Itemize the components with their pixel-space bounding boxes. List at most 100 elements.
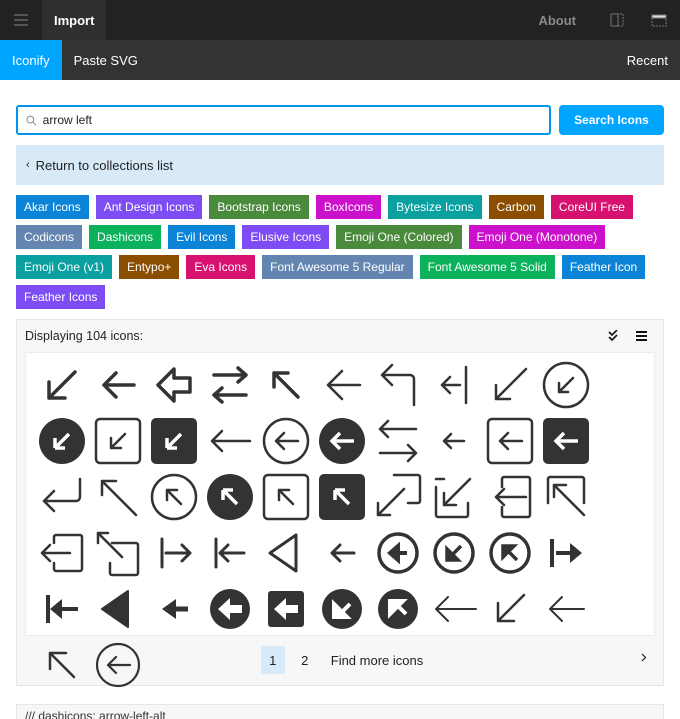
- next-page-button[interactable]: [641, 650, 647, 665]
- icon-arrow-bar-right[interactable]: [146, 525, 202, 581]
- icon-arrow-left-bold[interactable]: [146, 581, 202, 637]
- search-input[interactable]: [42, 113, 549, 127]
- collections-filter-list: Akar Icons Ant Design Icons Bootstrap Icon…: [16, 195, 664, 309]
- search-icons-button[interactable]: Search Icons: [559, 105, 664, 135]
- icon-caret-left[interactable]: [258, 525, 314, 581]
- bottom-strip: /// dashicons: arrow-left-alt: [16, 704, 664, 719]
- icon-box-arrow-in-left[interactable]: [482, 469, 538, 525]
- caret-left-fill-icon: [101, 590, 129, 628]
- icon-arrow-left-light[interactable]: [426, 581, 482, 637]
- icon-arrow-left-bar[interactable]: [426, 357, 482, 413]
- icon-arrow-down-left-circle-fill[interactable]: [34, 413, 90, 469]
- icon-arrow-back-up[interactable]: [370, 357, 426, 413]
- page-1[interactable]: 1: [260, 646, 285, 674]
- icon-arrow-down-left-long[interactable]: [482, 357, 538, 413]
- collection-tag[interactable]: Emoji One (v1): [16, 255, 113, 279]
- sidebar-layout-button[interactable]: [596, 0, 638, 40]
- icon-arrow-left[interactable]: [90, 357, 146, 413]
- collection-tag[interactable]: Dashicons: [89, 225, 162, 249]
- tab-iconify[interactable]: Iconify: [0, 40, 62, 80]
- list-view-button[interactable]: [627, 331, 655, 341]
- icon-caret-left-fill[interactable]: [90, 581, 146, 637]
- icon-arrow-up-left-circle-small[interactable]: [482, 525, 538, 581]
- collection-tag[interactable]: BoxIcons: [315, 195, 382, 219]
- header-layout-button[interactable]: [638, 0, 680, 40]
- arrow-left-square-fill-icon: [543, 418, 589, 464]
- about-link[interactable]: About: [538, 13, 576, 28]
- icon-arrow-down-left-circle-solid[interactable]: [314, 581, 370, 637]
- collection-tag[interactable]: Feather Icons: [16, 285, 106, 309]
- icon-arrow-left-long[interactable]: [202, 413, 258, 469]
- icon-arrow-up-left[interactable]: [258, 357, 314, 413]
- icon-arrow-down-left-circle-small[interactable]: [426, 525, 482, 581]
- collection-tag[interactable]: Bytesize Icons: [388, 195, 482, 219]
- collection-tag[interactable]: CoreUI Free: [550, 195, 633, 219]
- collection-tag[interactable]: Font Awesome 5 Regular: [262, 255, 413, 279]
- icon-arrow-up-left-circle-solid[interactable]: [370, 581, 426, 637]
- collection-tag[interactable]: Emoji One (Monotone): [468, 225, 606, 249]
- icon-box-arrow-down-left[interactable]: [370, 469, 426, 525]
- return-to-collections-link[interactable]: ‹ Return to collections list: [16, 145, 664, 185]
- icon-arrow-left-square-solid[interactable]: [258, 581, 314, 637]
- icon-box-arrow-up-left[interactable]: [90, 525, 146, 581]
- box-arrow-down-left-icon: [376, 473, 422, 517]
- list-view-icon: [635, 331, 647, 341]
- icon-arrow-left-circle-dot[interactable]: [370, 525, 426, 581]
- icon-arrow-down-left[interactable]: [34, 357, 90, 413]
- collection-tag[interactable]: Ant Design Icons: [95, 195, 203, 219]
- page-2[interactable]: 2: [293, 646, 317, 674]
- icon-arrow-left-circle[interactable]: [258, 413, 314, 469]
- find-more-icons-link[interactable]: Find more icons: [331, 653, 423, 668]
- icon-arrows-left-right[interactable]: [370, 413, 426, 469]
- icon-arrows-swap[interactable]: [202, 357, 258, 413]
- icon-arrow-up-left-circle[interactable]: [146, 469, 202, 525]
- icon-arrow-left-outline[interactable]: [146, 357, 202, 413]
- collection-tag[interactable]: Eva Icons: [186, 255, 256, 279]
- collection-tag[interactable]: Carbon: [488, 195, 544, 219]
- icon-arrow-left-square-fill[interactable]: [538, 413, 594, 469]
- icon-arrow-return-left[interactable]: [34, 469, 90, 525]
- tab-import[interactable]: Import: [42, 0, 107, 40]
- icon-box-arrow-left[interactable]: [34, 525, 90, 581]
- arrow-left-circle-fill-icon: [319, 418, 365, 464]
- icon-arrow-down-left-light[interactable]: [482, 581, 538, 637]
- icon-box-arrow-in-up-left[interactable]: [538, 469, 594, 525]
- icon-arrow-left-small[interactable]: [314, 525, 370, 581]
- arrow-down-left-square-icon: [94, 417, 142, 465]
- collection-tag[interactable]: Entypo+: [119, 255, 180, 279]
- menu-button[interactable]: [0, 0, 42, 40]
- tab-paste-svg[interactable]: Paste SVG: [62, 40, 150, 80]
- icon-arrow-left-circle-fill[interactable]: [314, 413, 370, 469]
- collection-tag[interactable]: Feather Icon: [561, 255, 646, 279]
- arrow-down-left-circle-fill-icon: [39, 418, 85, 464]
- sub-bar: Iconify Paste SVG Recent: [0, 40, 680, 80]
- collection-tag[interactable]: Emoji One (Colored): [336, 225, 462, 249]
- arrow-left-circle-solid-icon: [210, 589, 250, 629]
- icon-arrow-up-left-circle-fill[interactable]: [202, 469, 258, 525]
- icon-arrow-down-left-square-fill[interactable]: [146, 413, 202, 469]
- icon-arrow-up-left-square-fill[interactable]: [314, 469, 370, 525]
- icon-arrow-to-left[interactable]: [34, 581, 90, 637]
- collection-tag[interactable]: Codicons: [16, 225, 83, 249]
- collection-tag[interactable]: Font Awesome 5 Solid: [419, 255, 555, 279]
- icon-arrow-down-left-circle[interactable]: [538, 357, 594, 413]
- icon-arrow-left-square[interactable]: [482, 413, 538, 469]
- icon-arrow-left-light-2[interactable]: [538, 581, 594, 637]
- tab-recent[interactable]: Recent: [615, 40, 680, 80]
- collection-tag[interactable]: Elusive Icons: [242, 225, 330, 249]
- search-box[interactable]: [16, 105, 551, 135]
- icon-arrow-to-right[interactable]: [538, 525, 594, 581]
- icon-arrow-left-short[interactable]: [426, 413, 482, 469]
- icon-arrow-up-left-square[interactable]: [258, 469, 314, 525]
- select-multiple-button[interactable]: [599, 330, 627, 342]
- collection-tag[interactable]: Bootstrap Icons: [209, 195, 309, 219]
- arrow-down-left-long-icon: [494, 367, 528, 401]
- icon-arrow-down-left-square[interactable]: [90, 413, 146, 469]
- collection-tag[interactable]: Akar Icons: [16, 195, 89, 219]
- icon-box-arrow-in-down-left[interactable]: [426, 469, 482, 525]
- icon-arrow-left-thin[interactable]: [314, 357, 370, 413]
- icon-arrow-bar-left[interactable]: [202, 525, 258, 581]
- icon-arrow-left-circle-solid[interactable]: [202, 581, 258, 637]
- collection-tag[interactable]: Evil Icons: [168, 225, 236, 249]
- icon-arrow-up-left-long[interactable]: [90, 469, 146, 525]
